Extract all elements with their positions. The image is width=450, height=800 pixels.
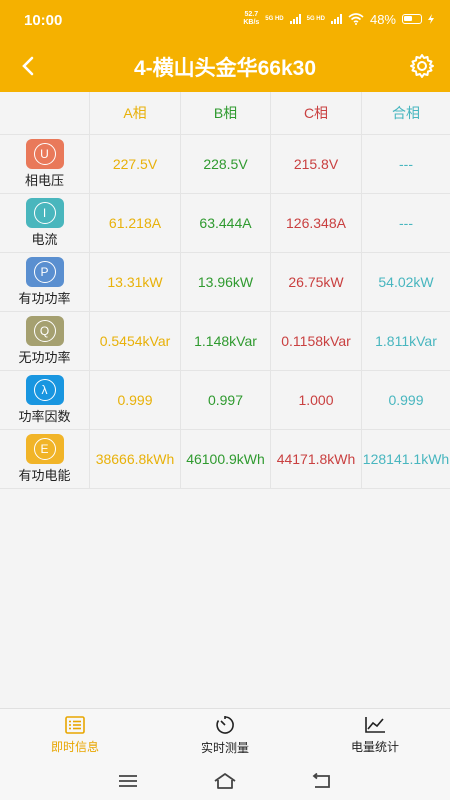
back-button[interactable] — [10, 48, 46, 84]
value-b: 13.96kW — [181, 253, 271, 311]
tab-label: 即时信息 — [50, 740, 99, 754]
power-factor-icon: λ — [25, 375, 64, 405]
reactive-power-icon: Q — [25, 316, 64, 346]
table-row-power-factor: λ 功率因数 0.999 0.997 1.000 0.999 — [0, 371, 450, 430]
header-corner — [0, 92, 90, 134]
table-row-current: I 电流 61.218A 63.444A 126.348A --- — [0, 194, 450, 253]
table-row-reactive-power: Q 无功功率 0.5454kVar 1.148kVar 0.1158kVar 1… — [0, 312, 450, 371]
menu-icon — [119, 775, 138, 787]
value-c: 126.348A — [271, 194, 362, 252]
row-label-cell: Q 无功功率 — [0, 312, 90, 370]
table-row-active-energy: E 有功电能 38666.8kWh 46100.9kWh 44171.8kWh … — [0, 430, 450, 489]
settings-button[interactable] — [406, 50, 438, 82]
value-a: 0.999 — [90, 371, 181, 429]
chevron-left-icon — [22, 56, 34, 76]
value-total: 1.811kVar — [375, 332, 437, 349]
value-c: 44171.8kWh — [271, 430, 362, 488]
wifi-icon — [348, 13, 364, 25]
table-row-voltage: U 相电压 227.5V 228.5V 215.8V --- — [0, 135, 450, 194]
row-label: 电流 — [31, 232, 58, 247]
value-a: 227.5V — [90, 135, 181, 193]
value-a: 61.218A — [90, 194, 181, 252]
tab-realtime-measure[interactable]: 实时测量 — [150, 709, 300, 762]
signal-icon-2 — [330, 14, 342, 24]
gear-icon — [410, 54, 434, 78]
back-nav-button[interactable] — [307, 769, 337, 793]
row-label: 相电压 — [24, 173, 64, 188]
list-icon — [65, 716, 85, 734]
status-icons: 52.7 KB/s 5G HD 5G HD 48% — [243, 11, 434, 27]
bottom-tab-bar: 即时信息 实时测量 电量统计 — [0, 708, 450, 762]
back-arrow-icon — [312, 773, 330, 788]
app-bar: 4-横山头金华66k30 — [0, 40, 450, 92]
menu-button[interactable] — [113, 769, 143, 793]
home-button[interactable] — [210, 769, 240, 793]
header-phase-a: A相 — [90, 92, 181, 134]
charging-icon — [428, 14, 434, 24]
row-label: 有功功率 — [18, 291, 71, 306]
tab-label: 电量统计 — [350, 740, 399, 754]
value-b: 228.5V — [181, 135, 271, 193]
signal-icon — [289, 14, 301, 24]
value-b: 63.444A — [181, 194, 271, 252]
measurement-table: A相 B相 C相 合相 U 相电压 227.5V 228.5V 215.8V -… — [0, 92, 450, 489]
timer-icon — [216, 716, 234, 734]
value-a: 0.5454kVar — [90, 312, 181, 370]
header-phase-c: C相 — [271, 92, 362, 134]
chart-icon — [365, 717, 385, 733]
row-label: 功率因数 — [18, 409, 71, 424]
header-phase-b: B相 — [181, 92, 271, 134]
battery-percent: 48% — [369, 11, 396, 27]
page-title: 4-横山头金华66k30 — [133, 57, 317, 80]
value-a: 13.31kW — [90, 253, 181, 311]
value-c: 1.000 — [271, 371, 362, 429]
battery-icon — [402, 14, 422, 24]
table-header: A相 B相 C相 合相 — [0, 92, 450, 135]
value-total: --- — [399, 214, 413, 231]
value-total: 0.999 — [388, 391, 424, 408]
energy-icon: E — [25, 434, 64, 464]
tab-instant-info[interactable]: 即时信息 — [0, 709, 150, 762]
current-icon: I — [25, 198, 64, 228]
system-nav-bar — [0, 762, 450, 800]
net-speed: 52.7 KB/s — [243, 11, 260, 26]
value-a: 38666.8kWh — [90, 430, 181, 488]
row-label-cell: λ 功率因数 — [0, 371, 90, 429]
sim1-label: 5G HD — [265, 15, 284, 22]
status-time: 10:00 — [24, 12, 63, 29]
tab-label: 实时测量 — [200, 741, 249, 755]
row-label: 无功功率 — [18, 350, 71, 365]
active-power-icon: P — [25, 257, 64, 287]
table-row-active-power: P 有功功率 13.31kW 13.96kW 26.75kW 54.02kW — [0, 253, 450, 312]
home-icon — [214, 773, 236, 789]
value-b: 0.997 — [181, 371, 271, 429]
value-b: 46100.9kWh — [181, 430, 271, 488]
row-label-cell: U 相电压 — [0, 135, 90, 193]
status-bar: 10:00 52.7 KB/s 5G HD 5G HD 48% — [0, 0, 450, 40]
header-total: 合相 — [392, 104, 420, 121]
value-b: 1.148kVar — [181, 312, 271, 370]
sim2-label: 5G HD — [306, 15, 325, 22]
value-c: 0.1158kVar — [271, 312, 362, 370]
value-total: --- — [399, 155, 413, 172]
row-label-cell: I 电流 — [0, 194, 90, 252]
value-total: 128141.1kWh — [362, 450, 450, 467]
row-label-cell: E 有功电能 — [0, 430, 90, 488]
row-label: 有功电能 — [18, 468, 71, 483]
value-total: 54.02kW — [378, 273, 434, 290]
tab-energy-stats[interactable]: 电量统计 — [300, 709, 450, 762]
row-label-cell: P 有功功率 — [0, 253, 90, 311]
value-c: 215.8V — [271, 135, 362, 193]
value-c: 26.75kW — [271, 253, 362, 311]
voltage-icon: U — [25, 139, 64, 169]
